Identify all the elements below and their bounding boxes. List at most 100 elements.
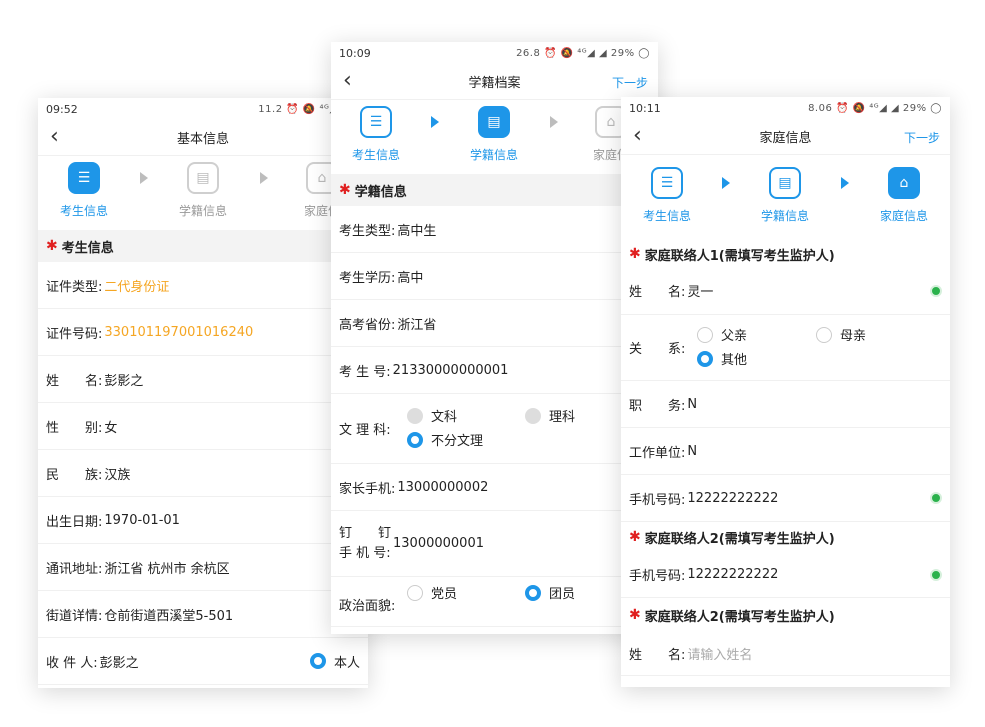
field-label: 文 理 科: bbox=[339, 423, 391, 438]
required-star-icon: ✱ bbox=[46, 238, 58, 254]
radio-father[interactable]: 父亲 bbox=[697, 325, 747, 344]
field-street[interactable]: 街道详情: 仓前街道西溪堂5-501 bbox=[38, 591, 368, 638]
nav-bar: ‹ 基本信息 下一 bbox=[38, 120, 368, 156]
field-exam-province[interactable]: 高考省份: 浙江省 bbox=[331, 300, 658, 347]
field-label: 证件类型: bbox=[46, 279, 103, 295]
field-label-line: 手 机 号: bbox=[339, 545, 391, 561]
document-icon: ▤ bbox=[769, 167, 801, 199]
step-student-info[interactable]: ☰ 考生信息 bbox=[336, 106, 416, 163]
field-label: 职 务: bbox=[629, 398, 686, 414]
field-value[interactable]: 仓前街道西溪堂5-501 bbox=[104, 605, 233, 624]
radio-no-split[interactable]: 不分文理 bbox=[407, 430, 483, 449]
field-parent-phone[interactable]: 家长手机: 13000000002 bbox=[331, 464, 658, 511]
field-value[interactable]: 13000000002 bbox=[397, 480, 488, 495]
back-icon[interactable]: ‹ bbox=[50, 126, 59, 148]
nav-bar: ‹ 学籍档案 下一步 bbox=[331, 64, 658, 100]
page-title: 家庭信息 bbox=[759, 131, 812, 146]
step-label: 学籍信息 bbox=[469, 148, 518, 162]
radio-science[interactable]: 理科 bbox=[525, 406, 575, 425]
radio-checked-icon bbox=[407, 431, 423, 448]
field-gender[interactable]: 性 别: 女 bbox=[38, 403, 368, 450]
field-birthdate[interactable]: 出生日期: 1970-01-01 bbox=[38, 497, 368, 544]
step-school-info[interactable]: ▤ 学籍信息 bbox=[454, 106, 534, 163]
field-value[interactable]: 高中生 bbox=[397, 220, 436, 239]
step-student-info[interactable]: ☰ 考生信息 bbox=[44, 162, 124, 219]
field-value[interactable]: 12222222222 bbox=[687, 491, 778, 506]
field-label: 家长手机: bbox=[339, 481, 396, 497]
step-school-info[interactable]: ▤ 学籍信息 bbox=[745, 167, 825, 224]
step-family-info[interactable]: ⌂ 家庭信息 bbox=[864, 167, 944, 224]
field-value[interactable]: 13000000001 bbox=[393, 536, 484, 551]
step-school-info[interactable]: ▤ 学籍信息 bbox=[163, 162, 243, 219]
next-button[interactable]: 下一步 bbox=[904, 129, 940, 146]
field-value[interactable]: N bbox=[687, 397, 697, 412]
required-star-icon: ✱ bbox=[339, 182, 351, 198]
field-value[interactable]: 彭影之 bbox=[104, 370, 143, 389]
radio-party-member[interactable]: 党员 bbox=[407, 583, 457, 602]
name-input[interactable]: 请输入姓名 bbox=[687, 644, 752, 663]
back-icon[interactable]: ‹ bbox=[633, 125, 642, 147]
field-value[interactable]: 彭影之 bbox=[100, 652, 139, 671]
field-label: 姓 名: bbox=[46, 373, 103, 389]
field-value[interactable]: 1970-01-01 bbox=[104, 513, 180, 528]
field-value[interactable]: 21330000000001 bbox=[393, 363, 509, 378]
status-time: 10:09 bbox=[339, 46, 371, 60]
field-value[interactable]: N bbox=[687, 444, 697, 459]
field-contact1-phone[interactable]: 手机号码: 12222222222 bbox=[621, 475, 950, 522]
radio-self[interactable]: 本人 bbox=[309, 652, 360, 671]
field-education[interactable]: 考生学历: 高中 bbox=[331, 253, 658, 300]
required-star-icon: ✱ bbox=[629, 246, 641, 262]
field-recipient[interactable]: 收 件 人: 彭影之 本人 bbox=[38, 638, 368, 685]
field-value[interactable]: 浙江省 bbox=[397, 314, 436, 333]
section-title: 学籍信息 bbox=[354, 184, 407, 200]
section-header: ✱ 家庭联络人1(需填写考生监护人) bbox=[621, 241, 950, 267]
field-employer[interactable]: 工作单位: N bbox=[621, 428, 950, 475]
radio-label: 父亲 bbox=[721, 329, 748, 344]
required-star-icon: ✱ bbox=[629, 607, 641, 623]
section-title: 考生信息 bbox=[61, 240, 114, 256]
field-label: 钉 钉 手 机 号: bbox=[339, 524, 391, 564]
field-name[interactable]: 姓 名: 彭影之 bbox=[38, 356, 368, 403]
field-contact1-name[interactable]: 姓 名: 灵一 bbox=[621, 267, 950, 315]
step-student-info[interactable]: ☰ 考生信息 bbox=[627, 167, 707, 224]
field-value[interactable]: 灵一 bbox=[687, 281, 713, 300]
field-relation[interactable]: 关 系: 父亲 母亲 其他 bbox=[621, 315, 950, 381]
field-value[interactable]: 浙江省 杭州市 余杭区 bbox=[104, 558, 229, 577]
field-contact3-name[interactable]: 姓 名: 请输入姓名 bbox=[621, 632, 950, 676]
radio-unchecked-icon bbox=[816, 326, 832, 343]
field-candidate-number[interactable]: 考 生 号: 21330000000001 ? bbox=[331, 347, 658, 394]
field-ethnicity[interactable]: 民 族: 汉族 bbox=[38, 450, 368, 497]
field-value[interactable]: 330101197001016240 bbox=[104, 325, 253, 340]
radio-league-member[interactable]: 团员 bbox=[525, 583, 575, 602]
next-button[interactable]: 下一步 bbox=[612, 74, 648, 91]
radio-other[interactable]: 其他 bbox=[697, 349, 747, 368]
field-label: 手机号码: bbox=[629, 569, 686, 584]
field-value[interactable]: 汉族 bbox=[104, 464, 130, 483]
field-position[interactable]: 职 务: N bbox=[621, 381, 950, 428]
radio-liberal-arts[interactable]: 文科 bbox=[407, 406, 457, 425]
radio-label: 团员 bbox=[549, 587, 576, 602]
radio-mother[interactable]: 母亲 bbox=[816, 325, 866, 344]
step-label: 考生信息 bbox=[59, 204, 108, 218]
status-bar: 09:52 11.2 ⏰ 🔕 ⁴ᴳ◢ ◢ 3 bbox=[38, 98, 368, 120]
field-value[interactable]: 高中 bbox=[397, 267, 423, 286]
field-dingtalk-phone[interactable]: 钉 钉 手 机 号: 13000000001 bbox=[331, 511, 658, 577]
field-contact2-phone[interactable]: 手机号码: 12222222222 bbox=[621, 552, 950, 598]
document-icon: ▤ bbox=[187, 162, 219, 194]
arrow-right-icon bbox=[841, 177, 849, 189]
field-value[interactable]: 女 bbox=[104, 417, 117, 436]
section-header: ✱ 学籍信息 bbox=[331, 174, 658, 206]
status-bar: 10:11 8.06 ⏰ 🔕 ⁴ᴳ◢ ◢ 29% ◯ bbox=[621, 97, 950, 119]
field-id-number[interactable]: 证件号码: 330101197001016240 bbox=[38, 309, 368, 356]
field-value[interactable]: 二代身份证 bbox=[104, 276, 169, 295]
field-political-status[interactable]: 政治面貌: 党员 团员 bbox=[331, 577, 658, 627]
field-address[interactable]: 通讯地址: 浙江省 杭州市 余杭区 bbox=[38, 544, 368, 591]
radio-label: 理科 bbox=[549, 410, 576, 425]
back-icon[interactable]: ‹ bbox=[343, 70, 352, 92]
radio-checked-icon bbox=[525, 584, 541, 601]
field-value[interactable]: 12222222222 bbox=[687, 567, 778, 582]
field-id-type[interactable]: 证件类型: 二代身份证 bbox=[38, 262, 368, 309]
field-subject-track[interactable]: 文 理 科: 文科 理科 不分文理 bbox=[331, 394, 658, 464]
field-label: 考生类型: bbox=[339, 223, 396, 239]
field-candidate-type[interactable]: 考生类型: 高中生 bbox=[331, 206, 658, 253]
